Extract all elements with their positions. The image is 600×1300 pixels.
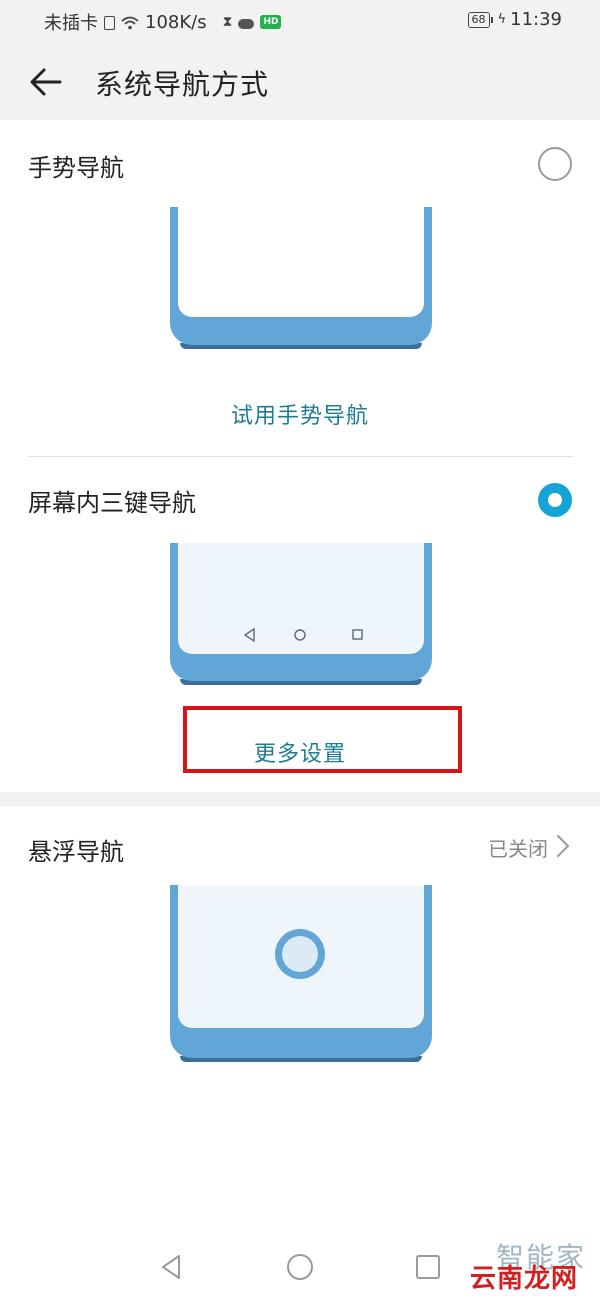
clock: 11:39 [510,9,562,30]
charging-icon: ϟ [497,12,507,27]
status-left: 未插卡 108K/s ⧗ HD [44,9,282,35]
carrier-text: 未插卡 [44,13,98,34]
preview-screen [178,885,424,1028]
status-right: 68 ϟ 11:39 [467,9,562,30]
three-key-nav-radio[interactable] [538,483,572,517]
chevron-right-icon [557,835,570,857]
preview-screen [178,543,424,654]
gesture-nav-radio[interactable] [538,147,572,181]
nav-back-icon[interactable] [157,1252,187,1282]
nav-home-icon[interactable] [285,1252,315,1282]
section-gap [0,792,600,806]
back-key-icon [243,627,255,643]
status-bar: 未插卡 108K/s ⧗ HD 68 ϟ 11:39 [0,0,600,42]
floating-nav-preview [170,885,432,1062]
watermark-logo: 智能家 云南龙网 [464,1236,600,1296]
watermark-bottom-text: 云南龙网 [470,1264,579,1294]
page-title: 系统导航方式 [95,68,270,101]
nav-recents-icon[interactable] [413,1252,443,1282]
wifi-icon [121,16,139,30]
three-key-nav-label[interactable]: 屏幕内三键导航 [28,483,196,518]
gesture-nav-preview [170,207,432,349]
network-speed: 108K/s [145,11,207,33]
back-arrow-icon [30,68,62,96]
battery-icon: 68 [467,11,493,28]
three-key-nav-preview [170,543,432,685]
preview-screen [178,207,424,317]
gesture-nav-label[interactable]: 手势导航 [28,148,124,183]
divider [28,456,573,457]
home-key-icon [294,629,306,641]
cloud-icon [238,19,255,29]
sim-icon [104,16,115,30]
floating-nav-status[interactable]: 已关闭 [488,833,548,862]
highlight-box [183,706,462,773]
try-gesture-nav-link[interactable]: 试用手势导航 [0,398,600,430]
back-button[interactable] [24,60,68,104]
floating-nav-label[interactable]: 悬浮导航 [28,832,124,867]
floating-button-icon [275,929,325,979]
hourglass-icon: ⧗ [222,14,233,30]
app-badge-icon: HD [260,15,282,29]
preview-nav-keys [243,627,363,643]
recent-key-icon [352,629,363,640]
title-bar: 系统导航方式 [0,42,600,120]
